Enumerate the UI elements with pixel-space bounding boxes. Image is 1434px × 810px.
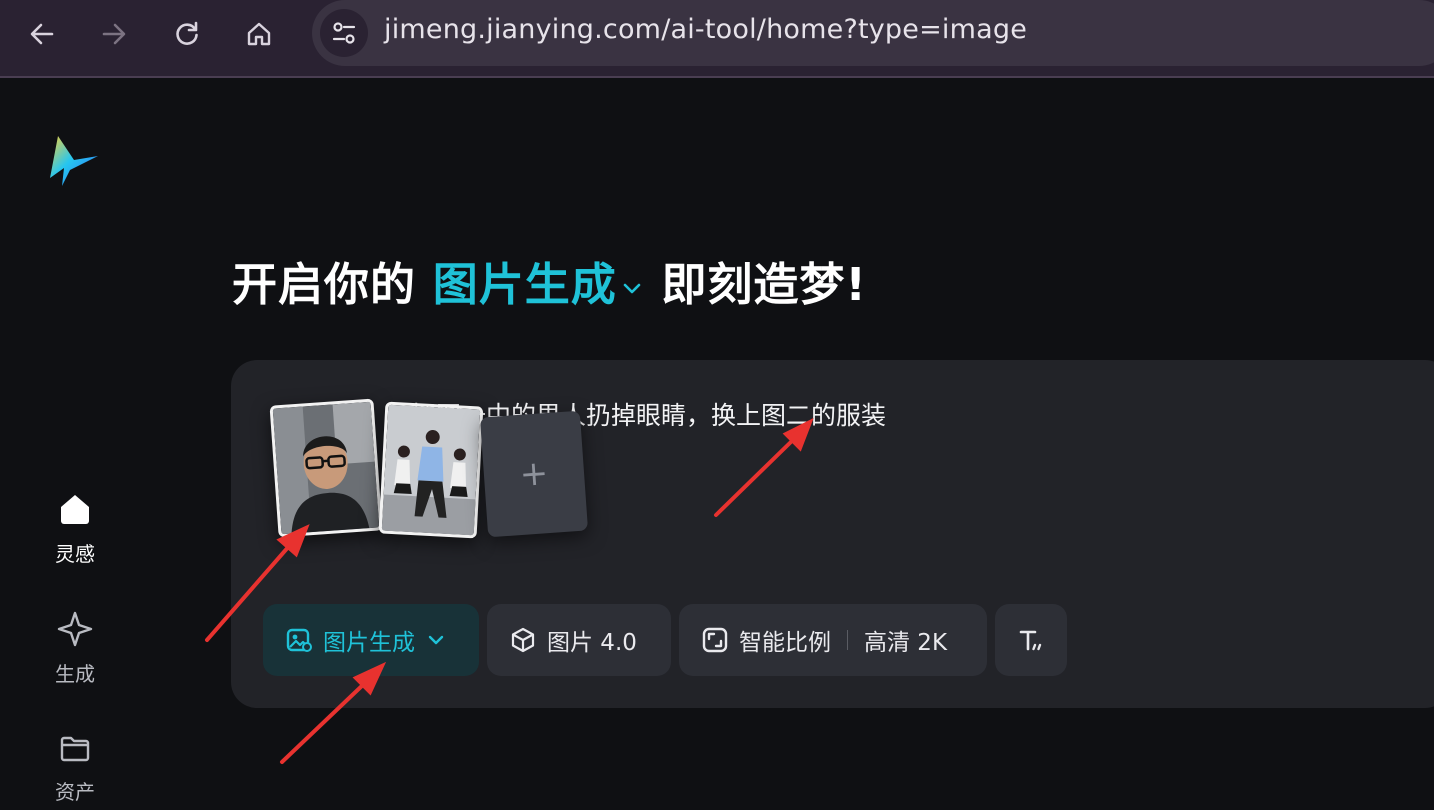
quality-label: 高清 2K <box>864 630 948 656</box>
browser-toolbar: jimeng.jianying.com/ai-tool/home?type=im… <box>0 0 1434 78</box>
model-select-button[interactable]: 图片 4.0 <box>487 604 671 676</box>
jimeng-logo[interactable] <box>48 132 104 188</box>
sidebar-item-label: 生成 <box>55 662 95 686</box>
folder-icon <box>60 736 90 762</box>
model-label: 图片 4.0 <box>547 630 637 656</box>
address-bar[interactable]: jimeng.jianying.com/ai-tool/home?type=im… <box>312 0 1434 66</box>
chevron-down-icon <box>428 635 444 645</box>
ratio-label: 智能比例 <box>739 630 831 656</box>
mode-label: 图片生成 <box>323 630 415 656</box>
headline-prefix: 开启你的 <box>232 258 417 311</box>
cube-icon <box>511 627 535 653</box>
reference-image-1[interactable] <box>269 398 383 538</box>
forward-icon[interactable] <box>94 14 134 54</box>
url-text[interactable]: jimeng.jianying.com/ai-tool/home?type=im… <box>384 14 1027 45</box>
reference-image-2[interactable] <box>378 401 484 539</box>
reload-icon[interactable] <box>167 14 207 54</box>
home-icon <box>61 495 89 524</box>
sidebar-item-inspiration[interactable]: 灵感 <box>30 490 120 567</box>
sidebar-item-assets[interactable]: 资产 <box>30 732 120 805</box>
headline-mode-label: 图片生成 <box>432 258 617 311</box>
home-icon[interactable] <box>239 14 279 54</box>
divider <box>847 630 848 650</box>
add-image-button[interactable]: + <box>479 410 589 538</box>
aspect-ratio-icon <box>702 627 728 653</box>
sidebar-item-label: 灵感 <box>55 542 95 566</box>
text-style-icon <box>1019 630 1042 651</box>
mode-select-button[interactable]: 图片生成 <box>263 604 479 676</box>
text-style-button[interactable] <box>995 604 1067 676</box>
plus-icon: + <box>518 453 550 495</box>
sidebar-item-generate[interactable]: 生成 <box>30 610 120 687</box>
headline-mode-dropdown[interactable]: 图片生成 <box>433 258 645 311</box>
page-headline: 开启你的 图片生成 即刻造梦! <box>232 248 867 313</box>
site-settings-icon[interactable] <box>320 9 368 57</box>
headline-suffix: 即刻造梦! <box>661 258 867 311</box>
chevron-down-icon <box>623 283 641 294</box>
sparkle-icon <box>57 611 93 647</box>
back-icon[interactable] <box>22 14 62 54</box>
ratio-quality-button[interactable]: 智能比例 高清 2K <box>679 604 987 676</box>
sidebar-item-label: 资产 <box>55 780 95 804</box>
image-generate-icon <box>286 628 312 652</box>
